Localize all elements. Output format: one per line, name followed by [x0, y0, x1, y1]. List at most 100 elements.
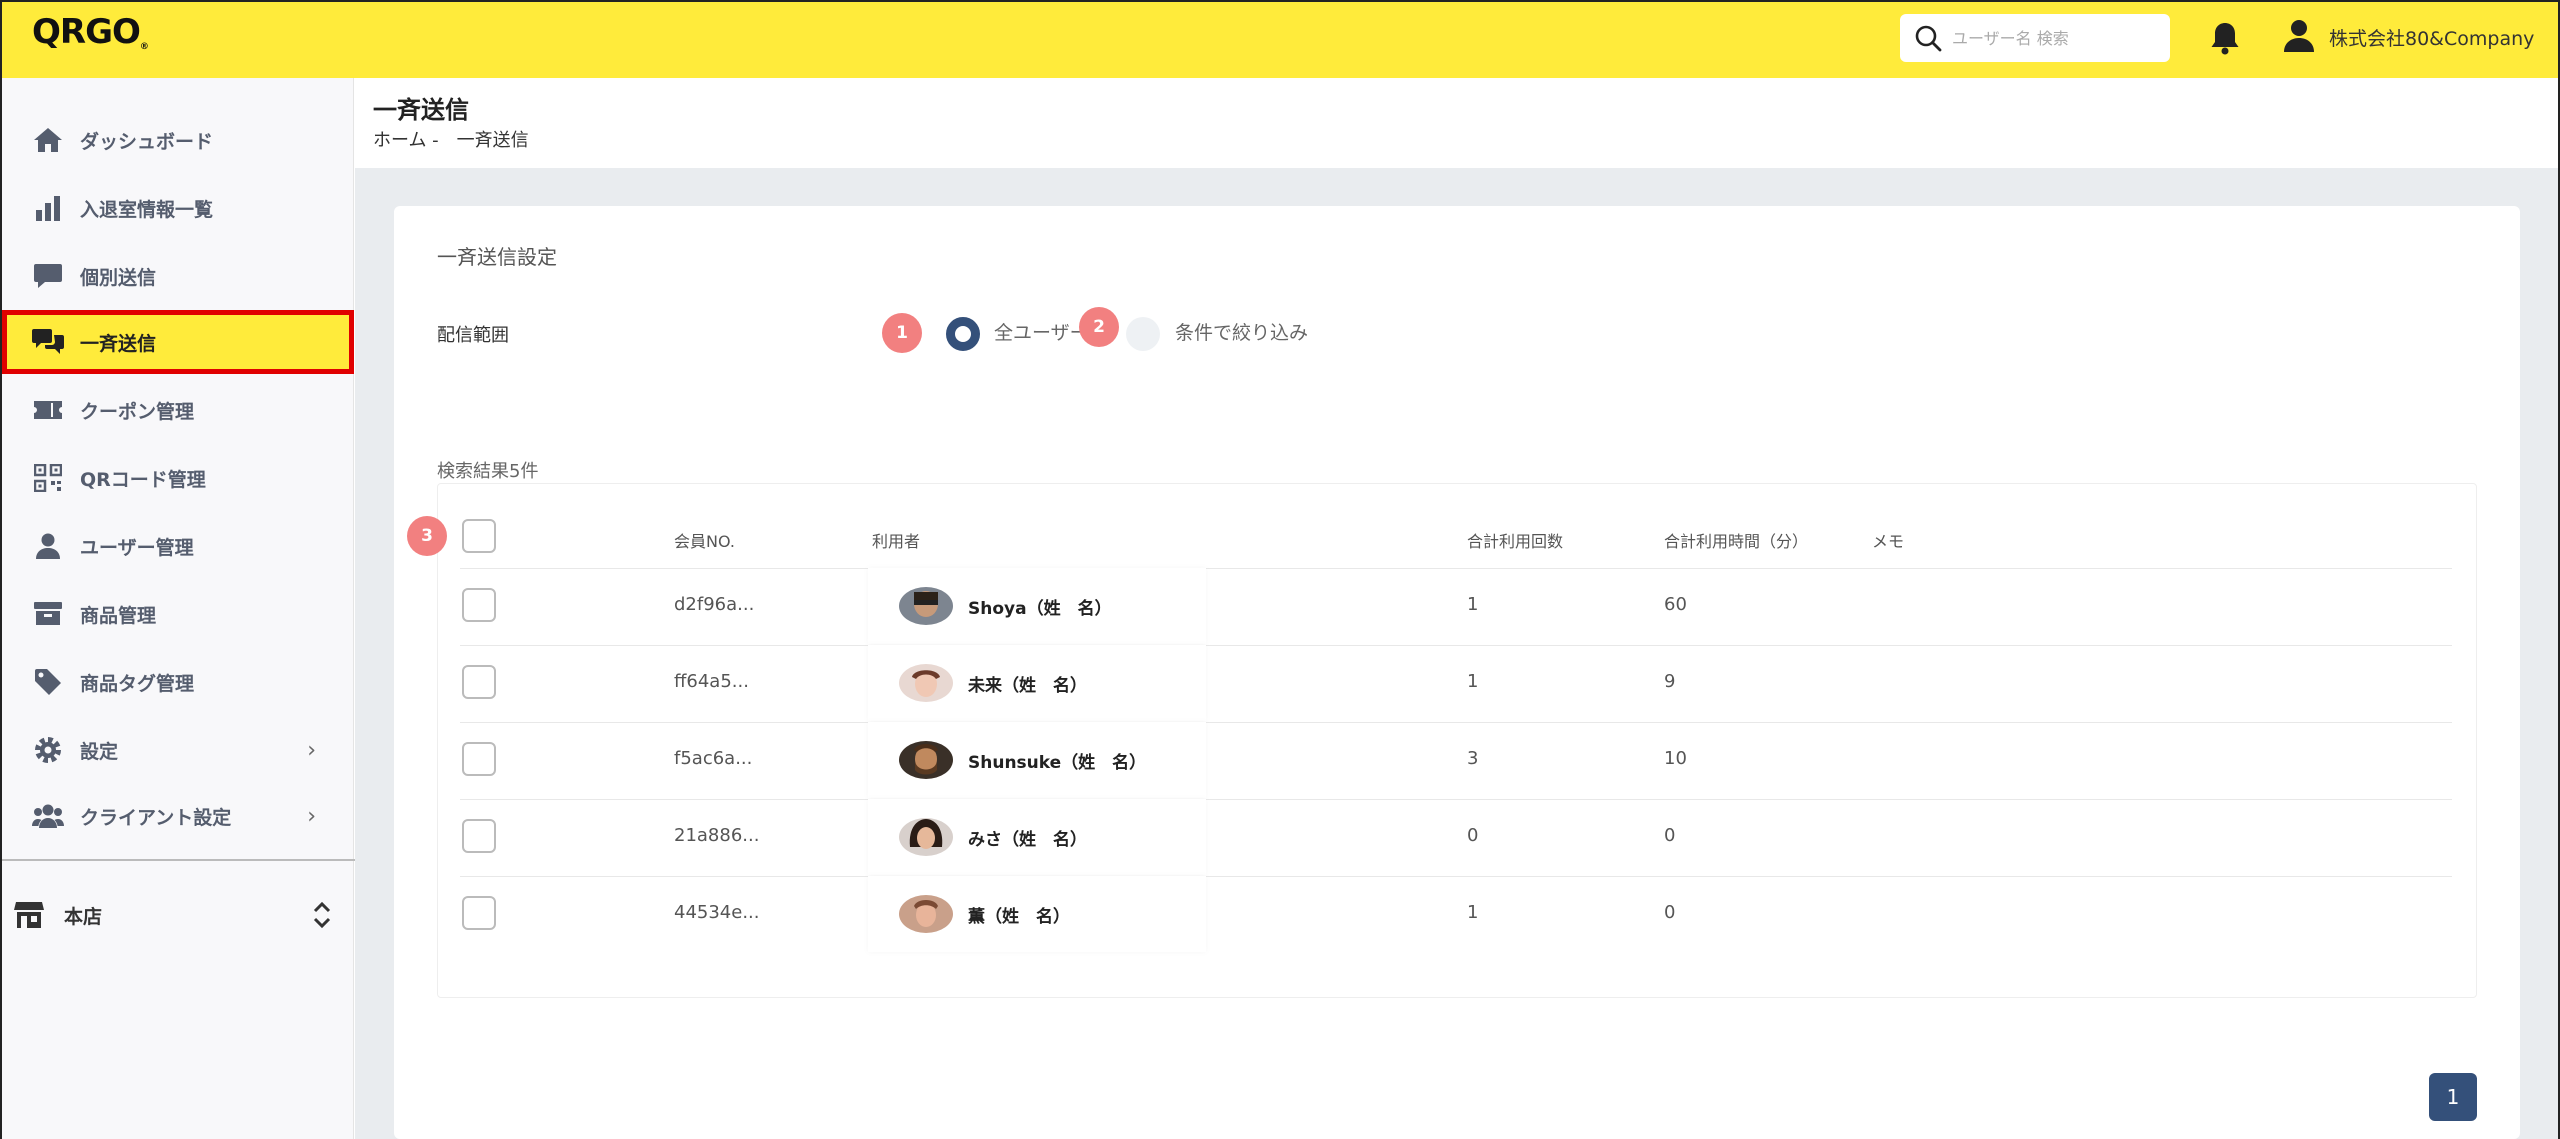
chevron-up-down-icon [313, 901, 331, 929]
total-minutes: 0 [1664, 902, 1676, 923]
user-cell[interactable]: Shunsuke（姓 名） [868, 722, 1206, 798]
row-divider [460, 645, 2452, 646]
range-label: 配信範囲 [437, 325, 509, 346]
member-no: 44534e... [674, 902, 760, 923]
step-badge-3: 3 [407, 516, 447, 556]
sidebar-item-label: 商品タグ管理 [80, 672, 195, 695]
chat-bubbles-icon [32, 326, 64, 358]
sidebar-item-label: 入退室情報一覧 [80, 198, 214, 221]
column-header-total-count[interactable]: 合計利用回数 [1467, 528, 1563, 552]
sidebar-item-coupon[interactable]: クーポン管理 [2, 378, 356, 442]
store-name: 本店 [64, 905, 103, 928]
home-icon [32, 124, 64, 156]
radio-all-users-label[interactable]: 全ユーザー [994, 318, 1089, 345]
qr-code-icon [32, 462, 64, 494]
member-no: ff64a5... [674, 671, 749, 692]
avatar [898, 663, 954, 703]
sidebar-item-dashboard[interactable]: ダッシュボード [2, 108, 356, 172]
step-badge-2: 2 [1079, 307, 1119, 347]
search-input[interactable] [1952, 28, 2162, 48]
section-title: 一斉送信設定 [437, 245, 557, 269]
breadcrumb[interactable]: ホーム - 一斉送信 [373, 126, 529, 152]
sidebar-item-label: 個別送信 [80, 266, 157, 289]
gear-icon [32, 734, 64, 766]
step-badge-1: 1 [882, 313, 922, 353]
user-icon [32, 530, 64, 562]
archive-box-icon [32, 598, 64, 630]
total-count: 1 [1467, 671, 1479, 692]
sidebar-item-label: ユーザー管理 [80, 536, 194, 559]
user-cell[interactable]: 薫（姓 名） [868, 876, 1206, 952]
company-name[interactable]: 株式会社80&Company [2329, 24, 2534, 51]
page-header: 一斉送信 ホーム - 一斉送信 [355, 78, 2558, 168]
column-header-member-no[interactable]: 会員NO. [674, 528, 735, 552]
row-divider [460, 876, 2452, 877]
sidebar: ダッシュボード 入退室情報一覧 個別送信 一斉送信 クーポン管理 QRコード管理… [0, 78, 356, 1139]
total-minutes: 0 [1664, 825, 1676, 846]
row-checkbox[interactable] [462, 665, 496, 699]
search-box[interactable] [1900, 14, 2170, 62]
user-cell[interactable]: 未来（姓 名） [868, 645, 1206, 721]
sidebar-item-user-management[interactable]: ユーザー管理 [2, 514, 356, 578]
store-selector[interactable]: 本店 [14, 890, 344, 940]
user-name: 薫（姓 名） [968, 906, 1070, 927]
store-icon [14, 902, 44, 928]
user-name: 未来（姓 名） [968, 675, 1087, 696]
radio-filter-conditions-label[interactable]: 条件で絞り込み [1175, 318, 1308, 345]
sidebar-item-product-tag[interactable]: 商品タグ管理 [2, 650, 356, 714]
page-title: 一斉送信 [373, 96, 469, 124]
user-icon[interactable] [2282, 18, 2316, 54]
column-header-total-minutes[interactable]: 合計利用時間（分） [1664, 528, 1808, 552]
radio-filter-conditions[interactable] [1126, 317, 1160, 351]
total-minutes: 9 [1664, 671, 1676, 692]
row-checkbox[interactable] [462, 742, 496, 776]
sidebar-item-label: 商品管理 [80, 604, 157, 627]
search-icon [1915, 25, 1942, 52]
user-cell[interactable]: みさ（姓 名） [868, 799, 1206, 875]
sidebar-item-label: 設定 [80, 740, 119, 763]
row-checkbox[interactable] [462, 819, 496, 853]
total-count: 1 [1467, 594, 1479, 615]
bell-icon[interactable] [2207, 20, 2243, 56]
column-header-memo[interactable]: メモ [1872, 528, 1904, 552]
sidebar-item-label: クライアント設定 [80, 806, 232, 829]
ticket-icon [32, 394, 64, 426]
total-minutes: 10 [1664, 748, 1687, 769]
sidebar-item-entry-info[interactable]: 入退室情報一覧 [2, 176, 356, 240]
select-all-checkbox[interactable] [462, 519, 496, 553]
sidebar-item-label: QRコード管理 [80, 468, 206, 491]
bar-chart-icon [32, 192, 64, 224]
total-minutes: 60 [1664, 594, 1687, 615]
pagination-page-button[interactable]: 1 [2429, 1073, 2477, 1121]
sidebar-item-individual-send[interactable]: 個別送信 [2, 244, 356, 308]
avatar [898, 817, 954, 857]
avatar [898, 586, 954, 626]
row-divider [460, 722, 2452, 723]
radio-all-users[interactable] [946, 317, 980, 351]
row-checkbox[interactable] [462, 588, 496, 622]
total-count: 0 [1467, 825, 1479, 846]
user-name: Shoya（姓 名） [968, 598, 1112, 619]
chat-bubble-icon [32, 260, 64, 292]
sidebar-item-client-settings[interactable]: クライアント設定 › [2, 784, 356, 848]
user-name: Shunsuke（姓 名） [968, 752, 1147, 773]
row-divider [460, 799, 2452, 800]
sidebar-item-product[interactable]: 商品管理 [2, 582, 356, 646]
app-logo[interactable]: QRGO® [32, 12, 149, 52]
column-header-user[interactable]: 利用者 [872, 528, 920, 552]
sidebar-divider [2, 859, 356, 861]
avatar [898, 894, 954, 934]
member-no: d2f96a... [674, 594, 755, 615]
user-cell[interactable]: Shoya（姓 名） [868, 568, 1206, 644]
avatar [898, 740, 954, 780]
sidebar-item-bulk-send[interactable]: 一斉送信 [2, 310, 354, 374]
row-checkbox[interactable] [462, 896, 496, 930]
sidebar-item-settings[interactable]: 設定 › [2, 718, 356, 782]
tag-icon [32, 666, 64, 698]
total-count: 3 [1467, 748, 1479, 769]
sidebar-item-qr-code[interactable]: QRコード管理 [2, 446, 356, 510]
chevron-right-icon: › [307, 737, 316, 763]
user-name: みさ（姓 名） [968, 829, 1087, 850]
result-count: 検索結果5件 [437, 461, 539, 482]
sidebar-item-label: クーポン管理 [80, 400, 195, 423]
